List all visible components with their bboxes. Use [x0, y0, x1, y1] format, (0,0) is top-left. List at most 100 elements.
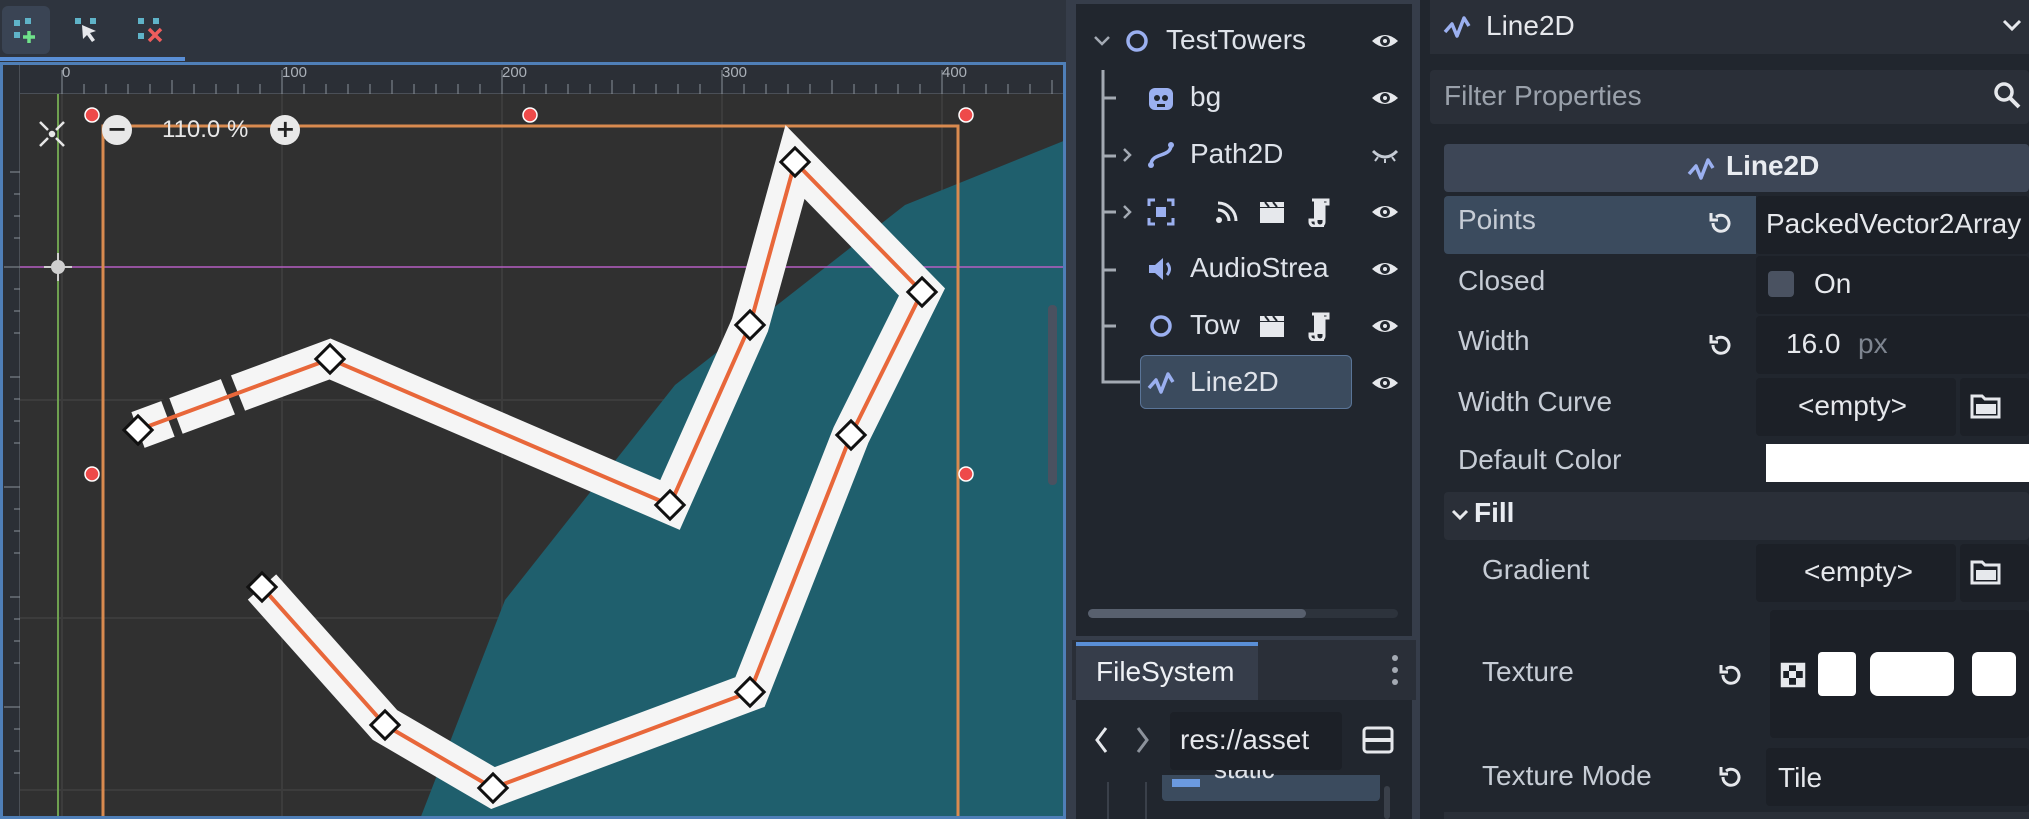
search-icon[interactable]: [1992, 80, 2022, 110]
tree-item-tow[interactable]: Tow: [1084, 301, 1420, 351]
filesystem-path-input[interactable]: res://asset: [1170, 712, 1342, 770]
property-label-texture: Texture: [1482, 656, 1574, 687]
tree-item-label: TestTowers: [1166, 24, 1307, 55]
property-label-default-color: Default Color: [1458, 444, 1622, 475]
forward-arrow-icon[interactable]: [1132, 724, 1152, 756]
more-options-icon[interactable]: [1388, 652, 1402, 688]
signal-icon[interactable]: [1214, 199, 1240, 225]
property-label-width-curve: Width Curve: [1458, 386, 1613, 417]
ruler-label: 0: [62, 64, 71, 81]
bound-handle: [958, 107, 974, 123]
visibility-eye-icon[interactable]: [1370, 83, 1400, 113]
default-color-swatch[interactable]: [1766, 444, 2029, 482]
visibility-eye-icon[interactable]: [1370, 197, 1400, 227]
ruler-label: 200: [502, 64, 528, 81]
visibility-eye-icon[interactable]: [1370, 254, 1400, 284]
chevron-down-icon[interactable]: [1450, 506, 1470, 524]
add-point-icon[interactable]: [2, 6, 50, 54]
filesystem-item-label: static: [1214, 770, 1275, 785]
fill-section-label: Fill: [1474, 497, 1515, 528]
zoom-controls: − 110.0 % +: [36, 112, 301, 148]
chevron-right-icon[interactable]: [1120, 203, 1134, 221]
visibility-eye-icon[interactable]: [1370, 368, 1400, 398]
texture-preview-image: [1818, 652, 2016, 696]
viewport-scrollbar[interactable]: [1048, 305, 1057, 485]
path2d-icon: [1148, 142, 1174, 168]
back-arrow-icon[interactable]: [1092, 724, 1112, 756]
ruler-label: 100: [282, 64, 308, 81]
line2d-icon: [1687, 158, 1715, 180]
inspector-object-name: Line2D: [1486, 10, 1575, 41]
folder-open-icon: [1970, 394, 2001, 419]
width-curve-value: <empty>: [1798, 390, 1907, 421]
folder-open-icon: [1970, 560, 2001, 585]
tree-item-label: bg: [1190, 81, 1222, 112]
bound-handle: [958, 466, 974, 482]
ruler-vertical: [0, 62, 20, 819]
ruler-label: 400: [942, 64, 968, 81]
property-label-texture-mode: Texture Mode: [1482, 760, 1652, 791]
reset-icon[interactable]: [1706, 208, 1736, 238]
clapperboard-icon[interactable]: [1258, 313, 1286, 339]
property-label-width: Width: [1458, 325, 1530, 356]
bound-handle: [84, 466, 100, 482]
property-label-gradient: Gradient: [1482, 554, 1590, 585]
closed-value: [1756, 256, 2029, 314]
zoom-in-button[interactable]: +: [270, 115, 301, 145]
path-edit-toolbar: [0, 0, 1066, 62]
gradient-value: <empty>: [1804, 556, 1913, 587]
zoom-out-button[interactable]: −: [102, 115, 132, 145]
filesystem-item-clip: static: [1214, 770, 1354, 787]
tree-item-label: AudioStrea: [1190, 252, 1329, 283]
chevron-right-icon[interactable]: [1120, 146, 1134, 164]
tree-item-testtowers[interactable]: TestTowers: [1084, 16, 1420, 66]
next-section-header[interactable]: [1444, 812, 2029, 819]
width-unit: px: [1858, 328, 1888, 359]
property-label-points: Points: [1458, 204, 1536, 235]
fill-section-header[interactable]: [1444, 492, 2029, 540]
tab-filesystem-label: FileSystem: [1096, 656, 1235, 687]
texture-mode-value: Tile: [1778, 762, 1823, 793]
reset-icon[interactable]: [1706, 330, 1736, 360]
closed-checkbox-label: On: [1814, 268, 1852, 299]
zoom-level-label[interactable]: 110.0 %: [132, 116, 270, 144]
script-icon[interactable]: [1306, 197, 1332, 227]
visibility-eye-icon[interactable]: [1370, 311, 1400, 341]
tree-item-label: Line2D: [1190, 366, 1279, 397]
tree-scrollbar-thumb[interactable]: [1088, 609, 1306, 618]
select-point-icon[interactable]: [63, 6, 111, 54]
width-value: 16.0: [1786, 328, 1841, 359]
checkerboard-icon: [1780, 662, 1806, 688]
ruler-label: 300: [722, 64, 748, 81]
node-circle-icon: [1126, 30, 1148, 52]
line2d-icon: [1443, 16, 1471, 38]
area2d-icon: [1147, 198, 1175, 226]
reset-icon[interactable]: [1716, 660, 1746, 690]
tree-item-bg[interactable]: bg: [1084, 73, 1420, 123]
tree-item-path2d[interactable]: Path2D: [1084, 130, 1420, 180]
edit-canvas[interactable]: [0, 62, 1066, 819]
delete-point-icon[interactable]: [126, 6, 174, 54]
visibility-eye-icon[interactable]: [1370, 26, 1400, 56]
reset-icon[interactable]: [1716, 762, 1746, 792]
pivot-icon: [44, 253, 72, 281]
tree-item-area2d[interactable]: [1084, 187, 1420, 237]
class-header-label: Line2D: [1726, 150, 1820, 181]
property-label-closed: Closed: [1458, 265, 1546, 296]
closed-checkbox[interactable]: [1768, 271, 1794, 297]
godot-sprite-icon: [1149, 88, 1173, 110]
tree-item-line2d[interactable]: Line2D: [1084, 358, 1420, 408]
chevron-down-icon[interactable]: [2000, 16, 2024, 36]
chevron-down-icon[interactable]: [1092, 32, 1112, 50]
tree-item-audiostream[interactable]: AudioStrea: [1084, 244, 1420, 294]
tree-item-label: Tow: [1190, 309, 1240, 340]
script-icon[interactable]: [1306, 311, 1332, 341]
clapperboard-icon[interactable]: [1258, 199, 1286, 225]
node-circle-icon: [1150, 315, 1172, 337]
bound-handle: [522, 107, 538, 123]
hidden-eye-icon[interactable]: [1370, 140, 1400, 170]
filter-placeholder: Filter Properties: [1444, 80, 1642, 111]
audio-icon: [1149, 258, 1171, 280]
split-view-icon[interactable]: [1362, 724, 1394, 756]
points-value: PackedVector2Array: [1766, 208, 2022, 239]
